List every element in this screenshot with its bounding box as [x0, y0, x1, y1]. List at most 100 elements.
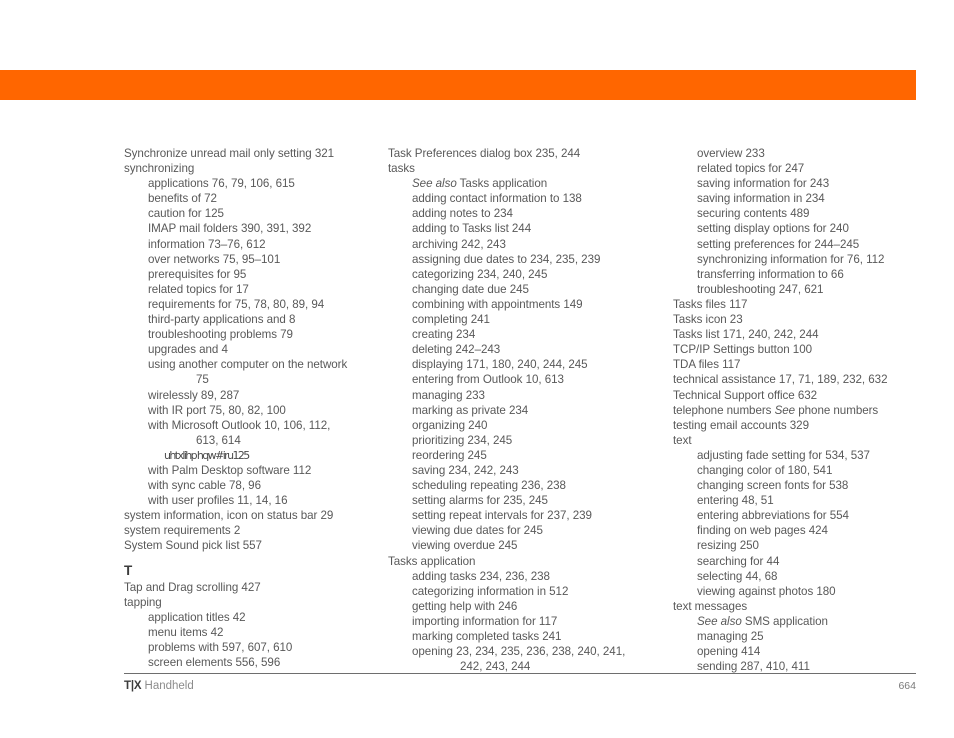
index-entry-sub: troubleshooting problems 79	[148, 328, 293, 342]
index-entry-sub: synchronizing information for 76, 112	[697, 252, 885, 266]
index-entry-sub: changing date due 245	[412, 282, 529, 296]
index-entry-sub: reordering 245	[412, 448, 487, 462]
index-entry-main: telephone numbers See phone numbers	[673, 403, 879, 417]
index-entry-main: Tasks list 171, 240, 242, 244	[673, 328, 819, 342]
index-column-1: Synchronize unread mail only setting 321…	[124, 146, 388, 674]
index-entry-main: Tap and Drag scrolling 427	[124, 580, 261, 594]
index-entry-sub: setting preferences for 244–245	[697, 237, 860, 251]
index-entry-sub: with user profiles 11, 14, 16	[148, 494, 288, 508]
page-footer: T|X Handheld 664	[124, 680, 916, 692]
footer-divider	[124, 673, 916, 674]
index-entry-sub: managing 25	[697, 630, 764, 643]
index-entry-sub: overview 233	[697, 147, 765, 160]
index-entry-sub: combining with appointments 149	[412, 297, 583, 311]
index-entry-sub: benefits of 72	[148, 192, 217, 206]
index-entry-main: Tasks application	[388, 554, 476, 568]
index-entry-sub: categorizing 234, 240, 245	[412, 267, 548, 281]
index-entry-sub: changing color of 180, 541	[697, 463, 833, 477]
index-entry-sub: wirelessly 89, 287	[148, 388, 240, 402]
index-column-2: Task Preferences dialog box 235, 244 task…	[388, 146, 673, 674]
index-entry-sub: archiving 242, 243	[412, 237, 506, 251]
index-entry-sub: organizing 240	[412, 418, 488, 432]
brand-label: T|X	[124, 680, 142, 692]
index-entry-sub: application titles 42	[148, 610, 246, 624]
index-entry-sub: marking completed tasks 241	[412, 630, 562, 643]
index-entry-sub: saving information for 243	[697, 177, 830, 191]
index-entry-sub: menu items 42	[148, 625, 224, 639]
index-entry-main: system requirements 2	[124, 524, 241, 538]
cross-reference-label: See	[774, 403, 796, 417]
index-entry-sub: problems with 597, 607, 610	[148, 641, 293, 654]
index-entry-sub: completing 241	[412, 313, 490, 327]
index-entry-sub: setting alarms for 235, 245	[412, 494, 548, 508]
index-entry-sub: setting repeat intervals for 237, 239	[412, 509, 592, 523]
index-entry-main: Synchronize unread mail only setting 321	[124, 147, 335, 160]
index-entry-sub: IMAP mail folders 390, 391, 392	[148, 222, 312, 236]
index-entry-sub: adding to Tasks list 244	[412, 222, 532, 236]
index-entry-continuation: 75	[196, 373, 209, 387]
index-entry-glitched: uhtxlihp hqw#iru125	[164, 448, 250, 462]
index-entry-sub: prerequisites for 95	[148, 267, 247, 281]
index-entry-main: technical assistance 17, 71, 189, 232, 6…	[673, 373, 888, 387]
index-entry-sub: applications 76, 79, 106, 615	[148, 177, 295, 191]
index-entry-sub: with IR port 75, 80, 82, 100	[148, 403, 286, 417]
index-entry-sub: viewing due dates for 245	[412, 524, 543, 538]
index-entry-main: synchronizing	[124, 162, 195, 176]
index-entry-sub: related topics for 17	[148, 282, 249, 296]
index-entry-sub: securing contents 489	[697, 207, 810, 221]
index-entry-main: tapping	[124, 595, 162, 609]
index-entry-sub: using another computer on the network	[148, 358, 348, 372]
index-entry-sub: troubleshooting 247, 621	[697, 282, 824, 296]
index-entry-main: TDA files 117	[673, 358, 741, 372]
index-entry-sub: related topics for 247	[697, 162, 805, 176]
index-entry-main: system information, icon on status bar 2…	[124, 509, 334, 523]
index-entry-sub: entering abbreviations for 554	[697, 509, 849, 523]
index-entry-sub: selecting 44, 68	[697, 569, 778, 583]
index-entry-sub: upgrades and 4	[148, 343, 228, 357]
index-entry-sub: viewing against photos 180	[697, 584, 836, 598]
index-entry-sub: getting help with 246	[412, 599, 518, 613]
index-entry-sub: entering 48, 51	[697, 494, 774, 508]
index-entry-sub: finding on web pages 424	[697, 524, 828, 538]
index-entry-sub: assigning due dates to 234, 235, 239	[412, 252, 601, 266]
index-entry-sub: managing 233	[412, 388, 485, 402]
index-content: Synchronize unread mail only setting 321…	[124, 146, 916, 674]
index-entry-sub: opening 414	[697, 645, 761, 659]
index-entry-sub: adding contact information to 138	[412, 192, 582, 206]
index-entry-sub: saving 234, 242, 243	[412, 463, 519, 477]
index-entry-main: Tasks files 117	[673, 297, 748, 311]
index-entry-main: tasks	[388, 162, 415, 176]
index-entry-sub: importing information for 117	[412, 614, 558, 628]
index-section-letter: T	[124, 562, 133, 578]
index-entry-sub: scheduling repeating 236, 238	[412, 479, 566, 493]
index-entry-sub: See also SMS application	[697, 614, 828, 628]
index-entry-sub: deleting 242–243	[412, 343, 501, 357]
index-entry-main: text	[673, 433, 692, 447]
index-entry-sub: setting display options for 240	[697, 222, 849, 236]
index-entry-sub: viewing overdue 245	[412, 539, 518, 553]
index-entry-sub: with Palm Desktop software 112	[148, 463, 312, 477]
index-entry-sub: caution for 125	[148, 207, 224, 221]
index-entry-sub: prioritizing 234, 245	[412, 433, 513, 447]
index-entry-sub: displaying 171, 180, 240, 244, 245	[412, 358, 588, 372]
index-entry-sub: saving information in 234	[697, 192, 825, 206]
index-entry-sub: information 73–76, 612	[148, 237, 266, 251]
index-entry-main: System Sound pick list 557	[124, 539, 262, 553]
index-entry-main: text messages	[673, 599, 748, 613]
index-entry-sub: See also Tasks application	[412, 177, 548, 191]
index-entry-sub: with Microsoft Outlook 10, 106, 112,	[148, 418, 331, 432]
index-entry-main: Tasks icon 23	[673, 313, 743, 327]
index-entry-main: Technical Support office 632	[673, 388, 818, 402]
index-entry-sub: entering from Outlook 10, 613	[412, 373, 564, 387]
orange-header-band	[0, 70, 916, 100]
index-entry-sub: searching for 44	[697, 554, 780, 568]
index-entry-sub: changing screen fonts for 538	[697, 479, 849, 493]
cross-reference-label: See also	[412, 177, 457, 191]
index-entry-main: testing email accounts 329	[673, 418, 809, 432]
index-entry-sub: categorizing information in 512	[412, 584, 569, 598]
index-entry-sub: adding notes to 234	[412, 207, 513, 221]
index-column-3: overview 233 related topics for 247 saving…	[673, 146, 916, 674]
index-entry-sub: third-party applications and 8	[148, 313, 296, 327]
page-number: 664	[898, 680, 916, 692]
index-entry-sub: resizing 250	[697, 539, 759, 553]
